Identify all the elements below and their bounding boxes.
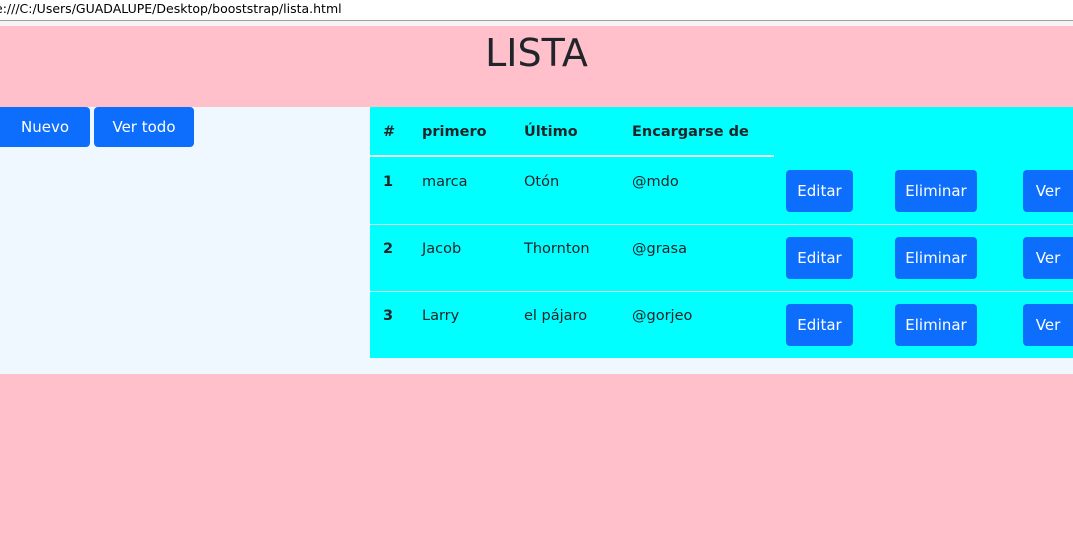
cell-first: Jacob [422, 241, 462, 257]
users-table: # primero Último Encargarse de 1 marca O… [370, 107, 1073, 358]
row-number: 1 [383, 174, 394, 190]
view-all-button[interactable]: Ver todo [94, 107, 194, 147]
edit-button[interactable]: Editar [786, 304, 853, 346]
view-button[interactable]: Ver [1023, 304, 1073, 346]
address-url: e:///C:/Users/GUADALUPE/Desktop/booststr… [0, 1, 342, 16]
row-divider [370, 224, 1073, 225]
delete-button[interactable]: Eliminar [895, 304, 977, 346]
row-number: 3 [383, 308, 394, 324]
cell-first: marca [422, 174, 468, 190]
cell-last: Thornton [524, 241, 590, 257]
cell-handle: @grasa [632, 241, 687, 257]
cell-handle: @mdo [632, 174, 679, 190]
column-header-last: Último [524, 124, 578, 140]
page-title: LISTA [485, 31, 588, 75]
view-button[interactable]: Ver [1023, 237, 1073, 279]
header-divider [370, 155, 774, 157]
column-header-first: primero [422, 124, 487, 140]
row-divider [370, 291, 1073, 292]
column-header-handle: Encargarse de [632, 124, 749, 140]
delete-button[interactable]: Eliminar [895, 237, 977, 279]
column-header-number: # [383, 124, 396, 140]
new-button[interactable]: Nuevo [0, 107, 90, 147]
cell-last: el pájaro [524, 308, 588, 324]
edit-button[interactable]: Editar [786, 170, 853, 212]
cell-first: Larry [422, 308, 460, 324]
view-button[interactable]: Ver [1023, 170, 1073, 212]
address-bar[interactable]: e:///C:/Users/GUADALUPE/Desktop/booststr… [0, 0, 1073, 21]
cell-last: Otón [524, 174, 560, 190]
delete-button[interactable]: Eliminar [895, 170, 977, 212]
row-number: 2 [383, 241, 394, 257]
cell-handle: @gorjeo [632, 308, 693, 324]
edit-button[interactable]: Editar [786, 237, 853, 279]
